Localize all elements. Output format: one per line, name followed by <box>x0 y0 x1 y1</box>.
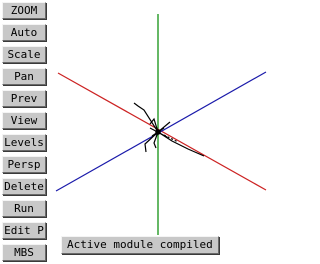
model-wireframe <box>133 102 205 157</box>
levels-button[interactable]: Levels <box>2 134 46 151</box>
edit-p-button[interactable]: Edit P <box>2 222 46 239</box>
prev-button[interactable]: Prev <box>2 90 46 107</box>
persp-button[interactable]: Persp <box>2 156 46 173</box>
status-bar: Active module compiled ! <box>61 236 219 254</box>
pan-button[interactable]: Pan <box>2 68 46 85</box>
mbs-button[interactable]: MBS <box>2 244 46 261</box>
app-window: ZOOM Auto Scale Pan Prev View Levels Per… <box>0 0 270 264</box>
zoom-button[interactable]: ZOOM <box>2 2 46 19</box>
3d-viewport[interactable] <box>52 0 270 264</box>
run-button[interactable]: Run <box>2 200 46 217</box>
auto-button[interactable]: Auto <box>2 24 46 41</box>
delete-button[interactable]: Delete <box>2 178 46 195</box>
scale-button[interactable]: Scale <box>2 46 46 63</box>
view-button[interactable]: View <box>2 112 46 129</box>
viewport-svg <box>55 14 267 235</box>
